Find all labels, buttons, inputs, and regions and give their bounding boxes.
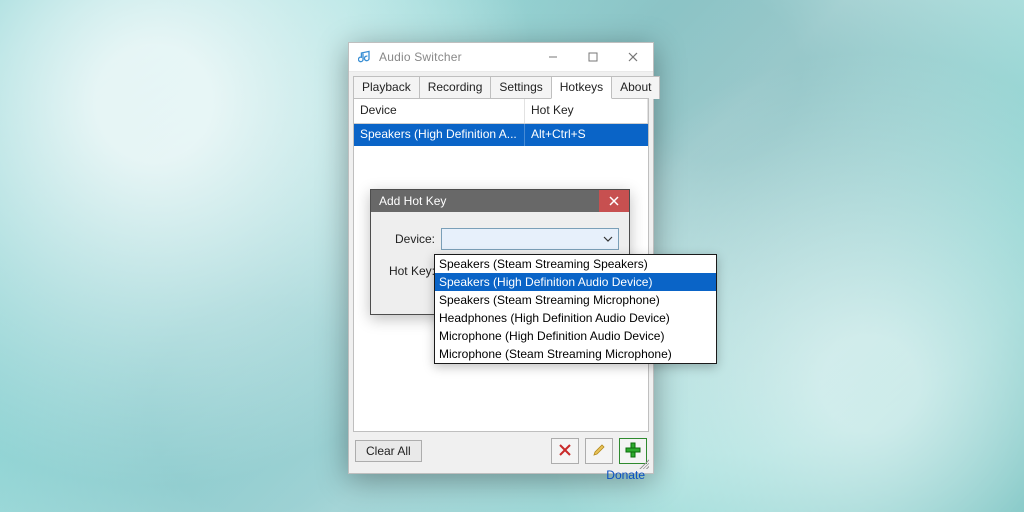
list-item[interactable]: Speakers (Steam Streaming Microphone): [435, 291, 716, 309]
app-icon: [357, 49, 373, 65]
chevron-down-icon: [600, 231, 616, 247]
device-combobox[interactable]: [441, 228, 619, 250]
close-icon: [609, 193, 619, 209]
table-header: Device Hot Key: [354, 99, 648, 124]
list-item[interactable]: Microphone (High Definition Audio Device…: [435, 327, 716, 345]
tab-strip: Playback Recording Settings Hotkeys Abou…: [349, 72, 653, 98]
titlebar[interactable]: Audio Switcher: [349, 43, 653, 72]
list-item[interactable]: Speakers (High Definition Audio Device): [435, 273, 716, 291]
resize-grip[interactable]: [637, 457, 649, 469]
cell-hotkey: Alt+Ctrl+S: [525, 124, 648, 146]
window-buttons: [533, 43, 653, 71]
col-hotkey[interactable]: Hot Key: [525, 99, 648, 123]
hotkey-label: Hot Key:: [381, 264, 441, 278]
dialog-title: Add Hot Key: [379, 194, 599, 208]
tab-playback[interactable]: Playback: [353, 76, 420, 99]
maximize-button[interactable]: [573, 43, 613, 71]
donate-link[interactable]: Donate: [349, 464, 653, 482]
delete-icon: [558, 443, 572, 460]
window-title: Audio Switcher: [379, 50, 533, 64]
delete-button[interactable]: [551, 438, 579, 464]
clear-all-button[interactable]: Clear All: [355, 440, 422, 462]
dialog-titlebar[interactable]: Add Hot Key: [371, 190, 629, 212]
close-button[interactable]: [613, 43, 653, 71]
device-label: Device:: [381, 232, 441, 246]
list-item[interactable]: Microphone (Steam Streaming Microphone): [435, 345, 716, 363]
tab-hotkeys[interactable]: Hotkeys: [551, 76, 612, 99]
bottom-bar: Clear All: [349, 432, 653, 464]
table-row[interactable]: Speakers (High Definition A... Alt+Ctrl+…: [354, 124, 648, 146]
minimize-button[interactable]: [533, 43, 573, 71]
dialog-close-button[interactable]: [599, 190, 629, 212]
list-item[interactable]: Headphones (High Definition Audio Device…: [435, 309, 716, 327]
list-item[interactable]: Speakers (Steam Streaming Speakers): [435, 255, 716, 273]
cell-device: Speakers (High Definition A...: [354, 124, 525, 146]
pencil-icon: [592, 443, 606, 460]
col-device[interactable]: Device: [354, 99, 525, 123]
edit-button[interactable]: [585, 438, 613, 464]
tab-about[interactable]: About: [611, 76, 660, 99]
device-dropdown-list[interactable]: Speakers (Steam Streaming Speakers) Spea…: [434, 254, 717, 364]
tab-recording[interactable]: Recording: [419, 76, 492, 99]
tab-settings[interactable]: Settings: [490, 76, 551, 99]
